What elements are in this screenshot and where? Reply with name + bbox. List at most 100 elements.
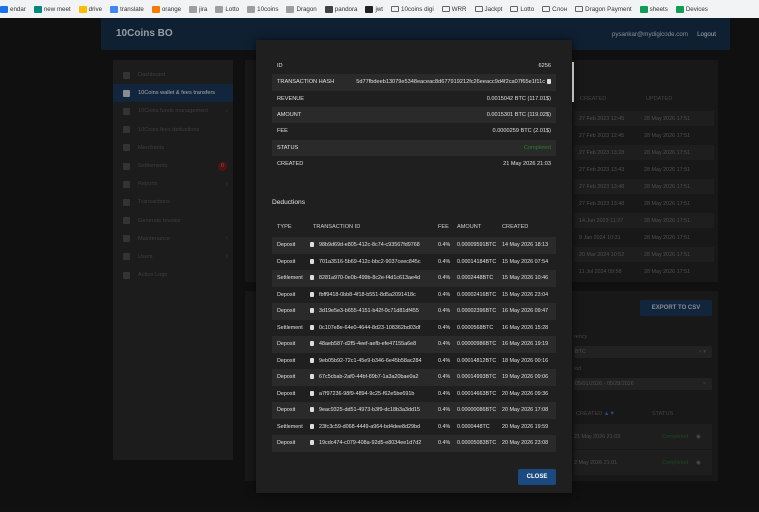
bookmark-item[interactable]: jira bbox=[189, 5, 207, 13]
transaction-id-cell: 23fc3c59-d068-4449-a964-bd4dee8d29bd bbox=[319, 423, 421, 430]
copy-icon[interactable] bbox=[310, 275, 314, 280]
created-cell: 19 May 2026 09:06 bbox=[502, 374, 549, 380]
jira-icon bbox=[189, 5, 198, 13]
type-cell: Settlement bbox=[277, 275, 303, 281]
fee-cell: 0.4% bbox=[438, 374, 451, 380]
detail-value-text: 21 May 2026 21:03 bbox=[503, 160, 551, 167]
copy-icon[interactable] bbox=[310, 390, 314, 396]
detail-value-text: 5d77fbdeeb13079e5348eaceac8d677919212fc2… bbox=[356, 79, 545, 86]
type-cell: Settlement bbox=[277, 423, 303, 430]
amount-cell: 0.00002416BTC bbox=[457, 291, 497, 298]
amount-cell: 0.00000086BTC bbox=[457, 407, 497, 413]
bookmark-item[interactable]: 10coins digi bbox=[391, 6, 434, 13]
close-button[interactable]: CLOSE bbox=[518, 469, 556, 485]
amount-cell: 0.00014812BTC bbox=[457, 357, 497, 364]
transaction-id-cell: 48aeb587-d2f5-4eef-aefb-efe47155a6e8 bbox=[319, 341, 417, 347]
detail-row: CREATED 21 May 2026 21:03 bbox=[272, 156, 556, 172]
amount-cell: 0.0000568BTC bbox=[457, 324, 494, 331]
table-row: Settlement 23fc3c59-d068-4449-a964-bd4dee… bbox=[272, 419, 556, 436]
folder-icon bbox=[441, 6, 450, 12]
created-cell: 15 May 2026 23:04 bbox=[502, 291, 549, 298]
bookmark-label: drive bbox=[88, 5, 103, 13]
detail-value: Completed bbox=[524, 145, 551, 151]
bookmark-item[interactable]: 10coins bbox=[247, 5, 279, 13]
bookmark-item[interactable]: translate bbox=[110, 5, 144, 13]
bookmark-item[interactable]: Devices bbox=[675, 5, 708, 13]
bookmark-item[interactable]: new meet bbox=[33, 5, 71, 13]
bookmark-item[interactable]: endar bbox=[0, 5, 26, 13]
copy-icon[interactable] bbox=[310, 423, 314, 429]
fee-cell: 0.4% bbox=[438, 258, 451, 265]
bookmark-item[interactable]: drive bbox=[78, 5, 103, 13]
bookmark-item[interactable]: jwt bbox=[365, 5, 383, 13]
type-cell: Deposit bbox=[277, 308, 296, 314]
detail-value-text: 0.0015042 BTC (117.01$) bbox=[486, 95, 551, 102]
transaction-id-cell: 9eb05b92-72c1-45e9-b346-6e45b58ac284 bbox=[319, 357, 422, 364]
bookmark-label: new meet bbox=[43, 5, 71, 13]
meet-icon bbox=[33, 5, 42, 13]
bookmark-label: translate bbox=[120, 5, 144, 13]
bookmark-item[interactable]: pandora bbox=[324, 5, 357, 13]
fee-cell: 0.4% bbox=[438, 423, 451, 430]
copy-icon[interactable] bbox=[310, 324, 314, 330]
copy-icon[interactable] bbox=[310, 357, 314, 363]
modal-scrollbar[interactable] bbox=[572, 62, 574, 102]
detail-value-text: Completed bbox=[523, 144, 551, 151]
bookmark-item[interactable]: WRR bbox=[441, 6, 467, 13]
created-cell: 20 May 2026 09:36 bbox=[502, 390, 549, 397]
devices-icon bbox=[675, 5, 684, 13]
type-cell: Deposit bbox=[277, 440, 296, 446]
bookmark-label: Dragon bbox=[296, 5, 317, 13]
amount-cell: 0.00000986BTC bbox=[457, 341, 497, 347]
copy-icon[interactable] bbox=[310, 308, 314, 313]
folder-icon bbox=[391, 6, 400, 12]
bookmark-label: 10coins bbox=[257, 5, 279, 13]
copy-icon[interactable] bbox=[547, 79, 551, 85]
bookmark-item[interactable]: Слон bbox=[542, 6, 567, 13]
table-row: Deposit 9eb05b92-72c1-45e9-b346-6e45b58ac… bbox=[272, 353, 556, 370]
type-cell: Deposit bbox=[277, 390, 296, 397]
folder-icon bbox=[542, 6, 551, 12]
copy-icon[interactable] bbox=[310, 374, 314, 379]
copy-icon[interactable] bbox=[310, 291, 314, 297]
copy-icon[interactable] bbox=[310, 341, 314, 346]
fee-cell: 0.4% bbox=[438, 407, 451, 413]
type-cell: Deposit bbox=[277, 341, 296, 347]
type-cell: Deposit bbox=[277, 291, 296, 298]
detail-value: 21 May 2026 21:03 bbox=[503, 161, 551, 167]
bookmark-item[interactable]: Lotto bbox=[510, 6, 534, 13]
type-cell: Deposit bbox=[277, 407, 296, 413]
transaction-id-cell: fbff9418-0bb8-4f18-b551-8d5a2091418c bbox=[319, 291, 416, 298]
calendar-icon bbox=[0, 5, 8, 13]
type-cell: Settlement bbox=[277, 324, 303, 331]
table-row: Deposit a7f97236-98f9-4894-9c25-f62e5be69… bbox=[272, 386, 556, 403]
created-cell: 20 May 2026 17:08 bbox=[502, 407, 549, 413]
table-row: Settlement 0c107e8e-64e0-4644-8d23-108362… bbox=[272, 320, 556, 337]
amount-cell: 0.00002396BTC bbox=[457, 308, 497, 314]
bookmarks-bar: endar new meet drive translate orange jira Lot… bbox=[0, 0, 759, 18]
bookmark-item[interactable]: Jackpt bbox=[474, 6, 502, 13]
created-cell: 18 May 2026 00:16 bbox=[502, 357, 549, 364]
copy-icon[interactable] bbox=[310, 258, 314, 264]
fee-cell: 0.4% bbox=[438, 341, 451, 347]
created-cell: 16 May 2026 09:47 bbox=[502, 308, 549, 314]
bookmark-item[interactable]: Dragon bbox=[286, 5, 317, 13]
detail-key: STATUS bbox=[277, 144, 299, 151]
copy-icon[interactable] bbox=[310, 407, 314, 412]
transaction-id-cell: 9eac9325-dd51-4973-b3f9-dc18b3a3dd15 bbox=[319, 407, 421, 413]
transaction-id-cell: 19cdc474-c079-408a-92d5-e8034ee1d7d2 bbox=[319, 440, 422, 446]
bookmark-item[interactable]: sheets bbox=[639, 5, 668, 13]
folder-icon bbox=[474, 6, 483, 12]
bookmark-item[interactable]: orange bbox=[151, 5, 181, 13]
transaction-id-cell: 0c107e8e-64e0-4644-8d23-108362bd03df bbox=[319, 324, 421, 331]
transaction-id-cell: 8281a970-0e0b-499b-8c2e-f4d1c613ae4d bbox=[319, 275, 421, 281]
table-row: Deposit 67c5cbab-2af0-44bf-89b7-1a3a20bae… bbox=[272, 369, 556, 386]
amount-cell: 0.00005083BTC bbox=[457, 440, 497, 446]
bookmark-item[interactable]: Lotto bbox=[215, 5, 239, 13]
copy-icon[interactable] bbox=[310, 440, 314, 445]
table-row: Deposit 3d19e5e3-b655-4151-b42f-0c71d81df… bbox=[272, 303, 556, 320]
bookmark-item[interactable]: Dragon Payment bbox=[575, 6, 632, 13]
bookmark-label: endar bbox=[10, 5, 26, 13]
fee-cell: 0.4% bbox=[438, 275, 451, 281]
copy-icon[interactable] bbox=[310, 242, 314, 247]
